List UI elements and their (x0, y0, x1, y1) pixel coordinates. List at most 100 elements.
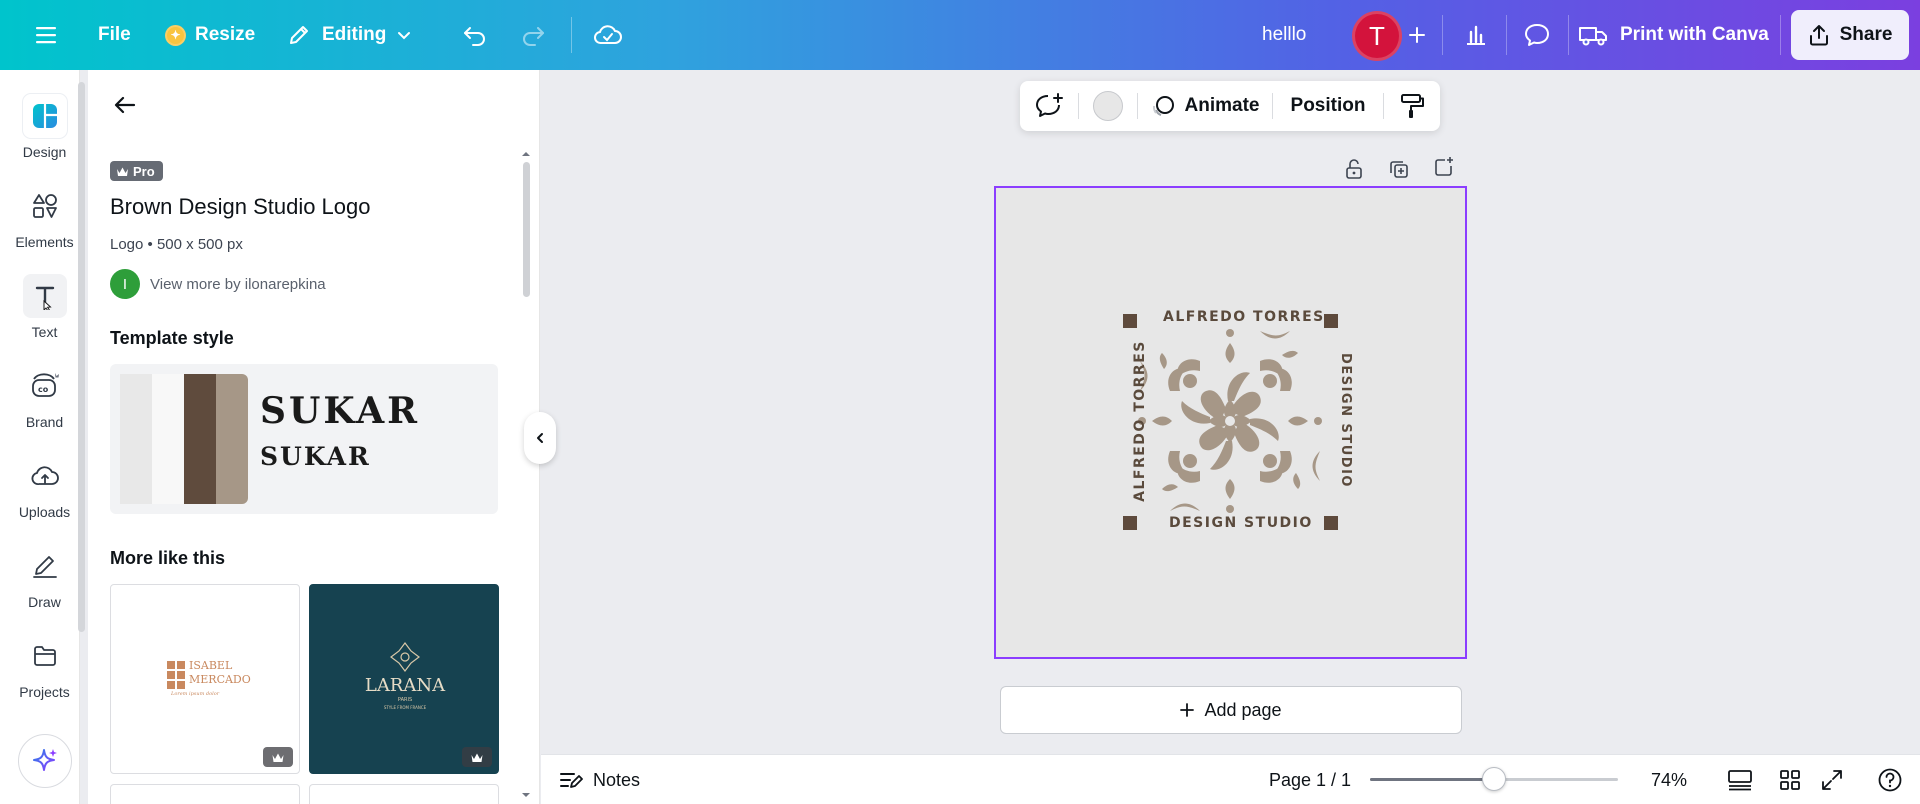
share-button[interactable]: Share (1791, 10, 1909, 60)
larana-logo-image: LARANA PARIS STYLE FROM FRANCE (365, 642, 446, 710)
pro-badge-label: Pro (133, 163, 155, 179)
grid-view-button[interactable] (1778, 755, 1802, 804)
rail-label: Draw (28, 594, 61, 610)
crown-icon (272, 753, 284, 762)
page-indicator[interactable]: Page 1 / 1 (1269, 755, 1351, 804)
editing-label: Editing (322, 24, 387, 45)
template-thumbnail[interactable] (110, 784, 300, 804)
zoom-percentage[interactable]: 74% (1651, 755, 1687, 804)
uploads-icon (23, 454, 67, 498)
logo-bottom-text[interactable]: DESIGN STUDIO (1169, 515, 1313, 531)
invite-button[interactable] (1400, 14, 1434, 56)
rail-label: Text (31, 324, 58, 340)
palette-swatch (120, 374, 152, 504)
context-toolbar: Animate Position (1020, 81, 1440, 131)
copy-style-button[interactable] (1384, 86, 1440, 126)
zoom-slider-handle[interactable] (1482, 767, 1506, 791)
position-label: Position (1290, 95, 1366, 116)
resize-button[interactable]: ✦ Resize (165, 13, 255, 57)
duplicate-page-button[interactable] (1384, 154, 1414, 184)
text-icon (22, 274, 67, 318)
palette-swatch (184, 374, 216, 504)
share-upload-icon (1809, 25, 1828, 46)
save-status-button[interactable] (590, 13, 626, 57)
add-page-label: Add page (1204, 699, 1282, 720)
comments-button[interactable] (1514, 13, 1560, 57)
toolbar-divider (1506, 15, 1507, 55)
rail-item-projects[interactable]: Projects (0, 634, 89, 700)
chevron-down-icon (398, 32, 411, 40)
resize-label: Resize (195, 24, 256, 45)
font-sample-heading: SUKAR (260, 390, 421, 432)
add-page-icon-button[interactable] (1429, 152, 1459, 182)
rail-label: Brand (25, 414, 64, 430)
rail-item-draw[interactable]: Draw (0, 544, 89, 610)
help-button[interactable] (1877, 755, 1903, 804)
rail-item-text[interactable]: Text (0, 274, 89, 340)
draw-icon (23, 544, 67, 588)
design-icon (22, 94, 67, 138)
thumb-text: LARANA (365, 675, 446, 696)
expand-icon (1822, 770, 1842, 790)
palette-swatch (152, 374, 184, 504)
toolbar-divider (1780, 15, 1781, 55)
panel-scrollbar-thumb[interactable] (523, 162, 530, 297)
collapse-panel-button[interactable] (524, 412, 556, 464)
template-thumbnail[interactable]: LARANA PARIS STYLE FROM FRANCE (309, 584, 499, 774)
animate-button[interactable]: Animate (1138, 86, 1272, 126)
template-thumbnail[interactable]: ISABEL MERCADO Lorem ipsum dolor (110, 584, 300, 774)
notes-button[interactable]: Notes (559, 755, 640, 804)
redo-icon (523, 27, 544, 46)
rail-label: Elements (15, 234, 74, 250)
toolbar-divider (1568, 15, 1569, 55)
rail-item-brand[interactable]: co Brand (0, 364, 89, 430)
ornament-tile-image (1138, 329, 1322, 513)
main-menu-button[interactable] (26, 13, 66, 57)
notes-icon (560, 773, 583, 788)
toolbar-divider (1442, 15, 1443, 55)
pro-crown-badge (263, 747, 293, 767)
redo-button[interactable] (516, 13, 550, 57)
undo-button[interactable] (458, 13, 492, 57)
document-title[interactable]: helllo (1262, 13, 1306, 57)
plus-icon (1180, 703, 1195, 717)
editing-mode-button[interactable]: Editing (286, 13, 412, 57)
author-link[interactable]: I View more by ilonarepkina (110, 269, 326, 299)
font-sample-body: SUKAR (260, 442, 371, 471)
print-with-canva-button[interactable]: Print with Canva (1572, 13, 1775, 57)
page-view-icon (1728, 770, 1752, 791)
rail-scrollbar[interactable] (78, 82, 85, 632)
logo-element[interactable] (1129, 320, 1331, 522)
add-comment-button[interactable] (1020, 86, 1078, 126)
toolbar-divider (571, 17, 572, 53)
rail-item-design[interactable]: Design (0, 94, 89, 160)
template-thumbnail[interactable] (309, 784, 499, 804)
delivery-truck-icon (1579, 27, 1607, 46)
brand-icon: co (23, 364, 67, 408)
pages-view-button[interactable] (1727, 755, 1753, 804)
lock-page-button[interactable] (1339, 154, 1369, 184)
logo-left-text[interactable]: ALFREDO TORRES (1132, 340, 1148, 502)
user-avatar[interactable]: T (1352, 11, 1402, 61)
template-meta: Logo • 500 x 500 px (110, 236, 243, 253)
add-page-button[interactable]: Add page (1000, 686, 1462, 734)
logo-top-text[interactable]: ALFREDO TORRES (1163, 309, 1325, 325)
magic-assistant-button[interactable] (18, 734, 72, 788)
projects-icon (23, 634, 67, 678)
fullscreen-button[interactable] (1820, 755, 1844, 804)
template-style-card[interactable]: SUKAR SUKAR (110, 364, 498, 514)
rail-item-uploads[interactable]: Uploads (0, 454, 89, 520)
top-bar: File ✦ Resize Editing helllo T Print wit… (0, 0, 1920, 70)
back-button[interactable] (110, 90, 140, 120)
print-label: Print with Canva (1620, 24, 1769, 45)
undo-icon (464, 27, 485, 46)
bottom-bar: Notes Page 1 / 1 74% (541, 754, 1920, 804)
insights-button[interactable] (1453, 13, 1499, 57)
rail-item-elements[interactable]: Elements (0, 184, 89, 250)
logo-right-text[interactable]: DESIGN STUDIO (1338, 353, 1353, 488)
file-menu-button[interactable]: File (98, 13, 131, 57)
more-like-this-heading: More like this (110, 548, 226, 568)
elements-icon (23, 184, 67, 228)
position-button[interactable]: Position (1273, 86, 1383, 126)
background-color-button[interactable] (1079, 86, 1137, 126)
